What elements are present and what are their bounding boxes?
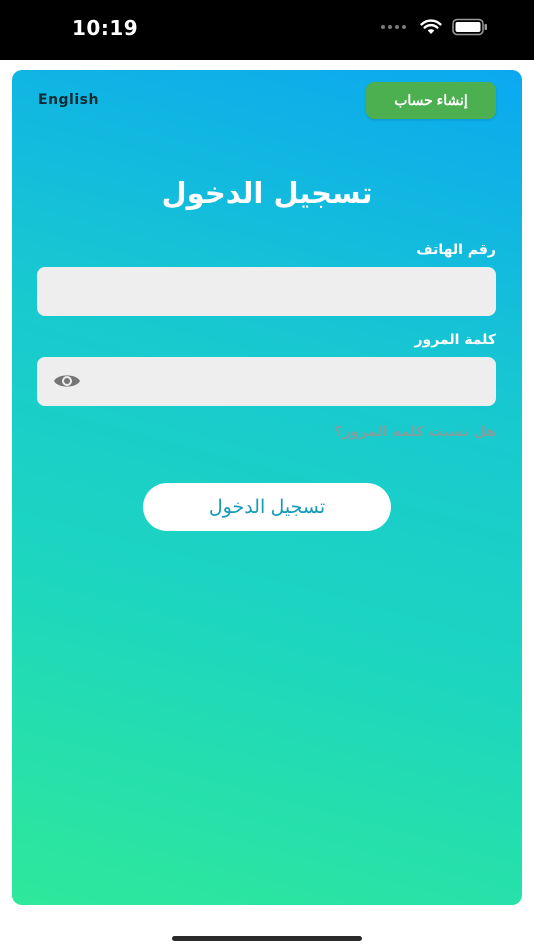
- forgot-password-link[interactable]: هل نسيت كلمة المرور؟: [334, 424, 496, 440]
- password-label: كلمة المرور: [414, 332, 496, 348]
- login-button[interactable]: تسجيل الدخول: [143, 483, 391, 531]
- phone-input[interactable]: [37, 267, 496, 316]
- wifi-icon: [420, 19, 442, 34]
- page-title: تسجيل الدخول: [161, 176, 373, 210]
- bottom-bar: [0, 916, 534, 950]
- status-bar: 10:19: [0, 0, 534, 60]
- phone-label: رقم الهاتف: [416, 242, 496, 258]
- eye-icon[interactable]: [53, 371, 81, 391]
- login-card: English إنشاء حساب تسجيل الدخول رقم الها…: [12, 70, 522, 905]
- status-icons: [381, 18, 488, 36]
- language-toggle[interactable]: English: [38, 92, 99, 108]
- status-time: 10:19: [72, 16, 139, 40]
- signup-button[interactable]: إنشاء حساب: [366, 82, 496, 119]
- cellular-signal-icon: [381, 25, 406, 29]
- home-indicator[interactable]: [172, 936, 362, 941]
- password-input[interactable]: [37, 357, 496, 406]
- battery-icon: [452, 18, 487, 36]
